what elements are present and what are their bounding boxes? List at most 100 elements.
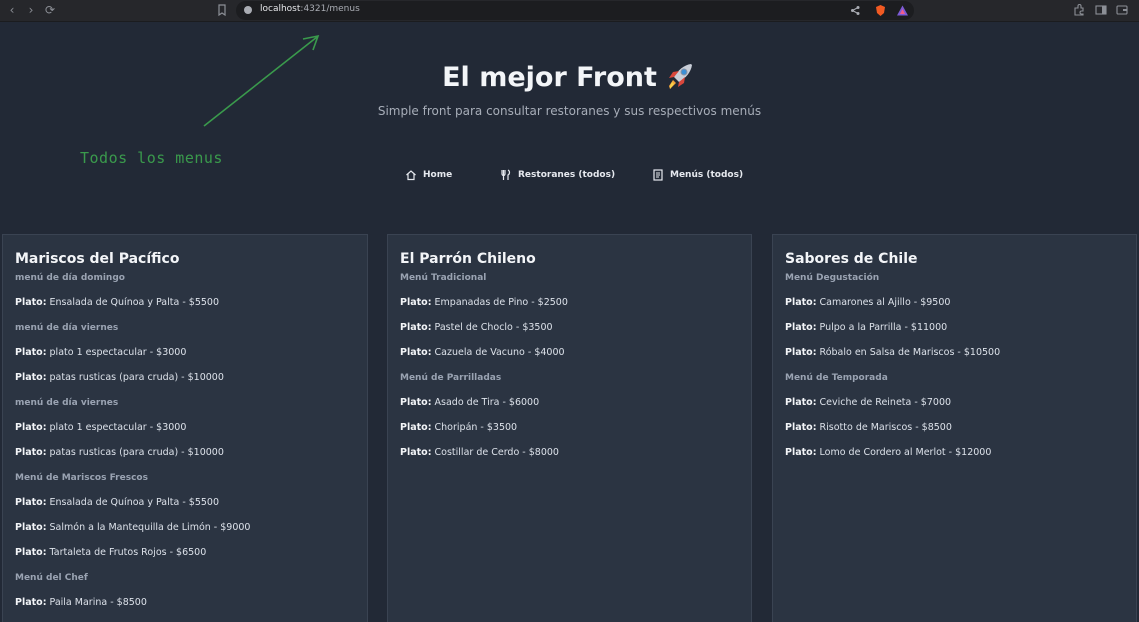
dish-item: Plato: Choripán - $3500 — [400, 423, 739, 448]
dish-item: Plato: patas rusticas (para cruda) - $10… — [15, 448, 355, 473]
dish-text: Costillar de Cerdo - $8000 — [434, 447, 559, 458]
reload-icon[interactable]: ⟳ — [42, 2, 58, 18]
dish-item: Plato: Ensalada de Quínoa y Palta - $550… — [15, 498, 355, 523]
restaurant-card: Sabores de Chile Menú Degustación Plato: C… — [772, 234, 1137, 622]
brave-rewards-icon[interactable] — [896, 4, 909, 17]
dish-text: patas rusticas (para cruda) - $10000 — [49, 447, 224, 458]
site-info-icon[interactable] — [243, 5, 253, 15]
menu-name: Menú de Mariscos Frescos — [15, 473, 148, 483]
dish-text: Camarones al Ajillo - $9500 — [819, 297, 951, 308]
dish-text: Salmón a la Mantequilla de Limón - $9000 — [49, 522, 251, 533]
dish-prefix: Plato: — [15, 522, 47, 533]
dish-text: Róbalo en Salsa de Mariscos - $10500 — [819, 347, 1001, 358]
dish-item: Plato: Pulpo a la Parrilla - $11000 — [785, 323, 1124, 348]
url-host: localhost — [260, 4, 301, 14]
dish-item: Plato: Paila Marina - $8500 — [15, 598, 355, 622]
dish-prefix: Plato: — [400, 397, 432, 408]
dish-prefix: Plato: — [15, 297, 47, 308]
dish-item: Plato: plato 1 espectacular - $3000 — [15, 348, 355, 373]
browser-toolbar: ‹ › ⟳ localhost:4321/menus — [0, 0, 1139, 22]
brave-shields-icon[interactable] — [874, 4, 887, 17]
home-icon — [406, 170, 416, 181]
dish-text: Pulpo a la Parrilla - $11000 — [819, 322, 948, 333]
dish-text: Ceviche de Reineta - $7000 — [819, 397, 952, 408]
restaurant-name: El Parrón Chileno — [400, 251, 536, 267]
dish-item: Plato: Lomo de Cordero al Merlot - $1200… — [785, 448, 1124, 473]
restaurant-card: El Parrón Chileno Menú Tradicional Plato: … — [387, 234, 752, 622]
dish-item: Plato: Salmón a la Mantequilla de Limón … — [15, 523, 355, 548]
dish-text: Ensalada de Quínoa y Palta - $5500 — [49, 497, 220, 508]
menu-name: Menú Degustación — [785, 273, 880, 283]
bookmark-icon[interactable] — [215, 3, 229, 17]
dish-item: Plato: plato 1 espectacular - $3000 — [15, 423, 355, 448]
dish-prefix: Plato: — [785, 397, 817, 408]
dish-item: Plato: Empanadas de Pino - $2500 — [400, 298, 739, 323]
dish-item: Plato: Ceviche de Reineta - $7000 — [785, 398, 1124, 423]
nav-menus-label: Menús (todos) — [670, 170, 744, 180]
dish-prefix: Plato: — [785, 422, 817, 433]
dish-item: Plato: Pastel de Choclo - $3500 — [400, 323, 739, 348]
dish-item: Plato: Camarones al Ajillo - $9500 — [785, 298, 1124, 323]
dish-text: Lomo de Cordero al Merlot - $12000 — [819, 447, 992, 458]
dish-text: Paila Marina - $8500 — [49, 597, 147, 608]
dish-text: Pastel de Choclo - $3500 — [434, 322, 553, 333]
dish-text: plato 1 espectacular - $3000 — [49, 422, 187, 433]
main-nav: Home Restoranes (todos) Menús (todos) — [0, 167, 1139, 185]
forward-icon[interactable]: › — [23, 2, 39, 18]
extensions-icon[interactable] — [1072, 3, 1086, 17]
nav-restaurants[interactable]: Restoranes (todos) — [500, 167, 615, 183]
dish-item: Plato: Costillar de Cerdo - $8000 — [400, 448, 739, 473]
address-bar[interactable]: localhost:4321/menus — [236, 1, 914, 20]
dish-prefix: Plato: — [15, 497, 47, 508]
dish-prefix: Plato: — [15, 597, 47, 608]
dish-prefix: Plato: — [400, 297, 432, 308]
dish-prefix: Plato: — [785, 447, 817, 458]
dish-prefix: Plato: — [400, 347, 432, 358]
restaurant-list: Mariscos del Pacífico menú de día domingo… — [2, 234, 1139, 622]
wallet-icon[interactable] — [1115, 3, 1129, 17]
menu-name: Menú de Parrilladas — [400, 373, 502, 383]
rocket-icon — [668, 64, 692, 89]
dish-prefix: Plato: — [15, 372, 47, 383]
nav-home[interactable]: Home — [405, 167, 452, 183]
share-icon[interactable] — [850, 5, 861, 16]
restaurant-card: Mariscos del Pacífico menú de día domingo… — [2, 234, 368, 622]
dish-item: Plato: Róbalo en Salsa de Mariscos - $10… — [785, 348, 1124, 373]
sidebar-icon[interactable] — [1094, 3, 1108, 17]
dish-prefix: Plato: — [15, 447, 47, 458]
menu-name: Menú del Chef — [15, 573, 88, 583]
nav-restaurants-label: Restoranes (todos) — [518, 170, 616, 180]
dish-text: patas rusticas (para cruda) - $10000 — [49, 372, 224, 383]
nav-menus[interactable]: Menús (todos) — [652, 167, 743, 183]
dish-prefix: Plato: — [400, 322, 432, 333]
dish-prefix: Plato: — [400, 422, 432, 433]
dish-text: Empanadas de Pino - $2500 — [434, 297, 568, 308]
back-icon[interactable]: ‹ — [4, 2, 20, 18]
menu-name: Menú Tradicional — [400, 273, 487, 283]
restaurant-name: Sabores de Chile — [785, 251, 918, 267]
dish-text: Cazuela de Vacuno - $4000 — [434, 347, 565, 358]
dish-item: Plato: Cazuela de Vacuno - $4000 — [400, 348, 739, 373]
dish-prefix: Plato: — [15, 347, 47, 358]
menu-name: menú de día viernes — [15, 398, 119, 408]
page-subtitle: Simple front para consultar restoranes y… — [377, 104, 762, 118]
document-icon — [653, 169, 663, 181]
dish-text: Tartaleta de Frutos Rojos - $6500 — [49, 547, 207, 558]
restaurant-name: Mariscos del Pacífico — [15, 251, 180, 267]
dish-prefix: Plato: — [785, 347, 817, 358]
dish-item: Plato: Ensalada de Quínoa y Palta - $550… — [15, 298, 355, 323]
menu-name: menú de día viernes — [15, 323, 119, 333]
dish-text: Risotto de Mariscos - $8500 — [819, 422, 952, 433]
annotation-text: Todos los menus — [80, 149, 223, 167]
dish-prefix: Plato: — [15, 547, 47, 558]
dish-text: Choripán - $3500 — [434, 422, 518, 433]
menu-name: Menú de Temporada — [785, 373, 888, 383]
annotation-arrow — [203, 34, 320, 127]
dish-prefix: Plato: — [15, 422, 47, 433]
page-title: El mejor Front — [0, 62, 1139, 93]
fork-knife-icon — [501, 169, 511, 180]
nav-home-label: Home — [423, 170, 453, 180]
dish-item: Plato: Tartaleta de Frutos Rojos - $6500 — [15, 548, 355, 573]
dish-text: Ensalada de Quínoa y Palta - $5500 — [49, 297, 220, 308]
menu-name: menú de día domingo — [15, 273, 125, 283]
